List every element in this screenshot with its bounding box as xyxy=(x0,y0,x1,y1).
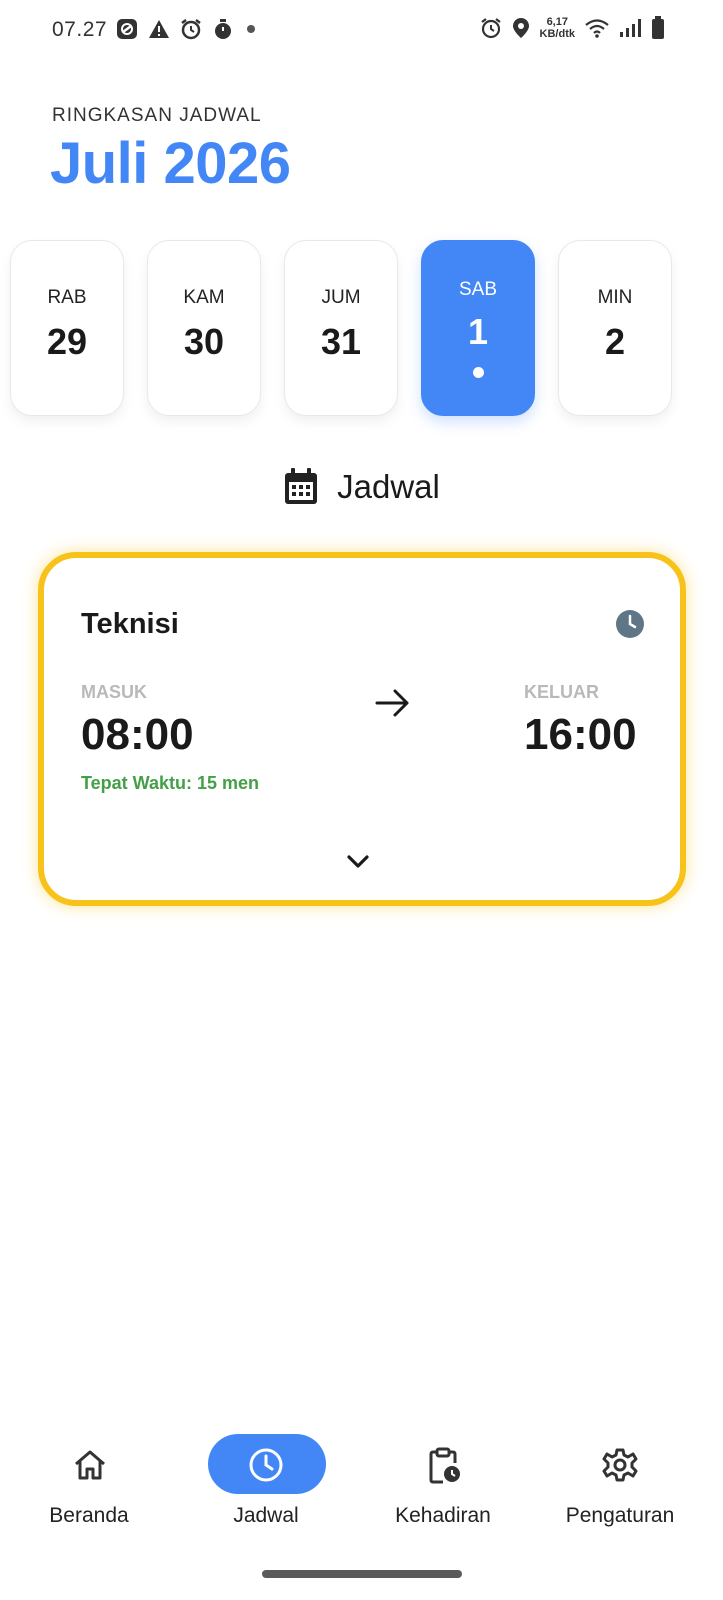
day-card-min[interactable]: MIN 2 xyxy=(558,240,672,416)
section-header: Jadwal xyxy=(0,468,723,506)
schedule-card[interactable]: Teknisi MASUK 08:00 Tepat Waktu: 15 men … xyxy=(38,552,686,906)
day-number: 2 xyxy=(604,321,626,362)
signal-icon xyxy=(619,18,641,38)
warning-icon xyxy=(148,19,170,39)
speed-unit: KB/dtk xyxy=(539,28,575,40)
section-title: Jadwal xyxy=(337,468,440,505)
selected-day-dot xyxy=(473,367,484,378)
timer-icon xyxy=(212,18,234,40)
location-icon xyxy=(512,17,530,39)
chevron-down-icon[interactable] xyxy=(342,850,374,874)
day-name: RAB xyxy=(47,287,87,308)
day-number: 1 xyxy=(467,311,489,352)
app-notification-icon xyxy=(116,18,138,40)
out-label: KELUAR xyxy=(524,682,599,702)
clock-icon xyxy=(247,1446,285,1484)
home-indicator[interactable] xyxy=(262,1570,462,1578)
status-right-icons: 6,17 KB/dtk xyxy=(480,16,665,40)
day-name: JUM xyxy=(321,287,361,308)
schedule-role: Teknisi xyxy=(81,608,179,640)
home-icon xyxy=(71,1446,109,1484)
clipboard-clock-icon xyxy=(424,1446,462,1484)
day-strip: RAB 29 KAM 30 JUM 31 SAB 1 MIN 2 xyxy=(10,240,710,416)
wifi-icon xyxy=(585,18,609,38)
day-number: 29 xyxy=(46,321,88,362)
day-card-jum[interactable]: JUM 31 xyxy=(284,240,398,416)
in-label: MASUK xyxy=(81,682,147,702)
dot-icon xyxy=(244,22,258,36)
day-name: KAM xyxy=(183,287,225,308)
nav-label: Pengaturan xyxy=(565,1504,675,1527)
arrow-right-icon xyxy=(374,688,412,718)
clock-icon xyxy=(616,610,644,638)
in-time: 08:00 xyxy=(81,710,194,759)
status-time: 07.27 xyxy=(52,18,108,41)
alarm-icon xyxy=(180,18,202,40)
day-card-rab[interactable]: RAB 29 xyxy=(10,240,124,416)
nav-label: Jadwal xyxy=(233,1504,299,1527)
alarm-icon xyxy=(480,17,502,39)
speed-value: 6,17 xyxy=(546,16,568,28)
nav-label: Beranda xyxy=(49,1504,129,1527)
calendar-icon xyxy=(283,468,319,506)
out-time: 16:00 xyxy=(524,710,637,759)
status-left-icons xyxy=(116,18,258,40)
day-number: 31 xyxy=(320,321,362,362)
punctuality-status: Tepat Waktu: 15 men xyxy=(81,773,260,793)
month-title: Juli 2026 xyxy=(50,131,291,196)
status-bar: 07.27 6,17 KB/dtk xyxy=(0,0,723,62)
day-name: MIN xyxy=(597,287,633,308)
battery-icon xyxy=(651,16,665,40)
page-subtitle: RINGKASAN JADWAL xyxy=(52,105,262,126)
day-name: SAB xyxy=(458,279,498,300)
nav-label: Kehadiran xyxy=(395,1504,491,1527)
gear-icon xyxy=(601,1446,639,1484)
day-card-kam[interactable]: KAM 30 xyxy=(147,240,261,416)
day-card-sab[interactable]: SAB 1 xyxy=(421,240,535,416)
bottom-navigation: Beranda Jadwal Kehadiran Pengaturan xyxy=(0,1400,723,1540)
day-number: 30 xyxy=(183,321,225,362)
network-speed: 6,17 KB/dtk xyxy=(540,16,575,40)
